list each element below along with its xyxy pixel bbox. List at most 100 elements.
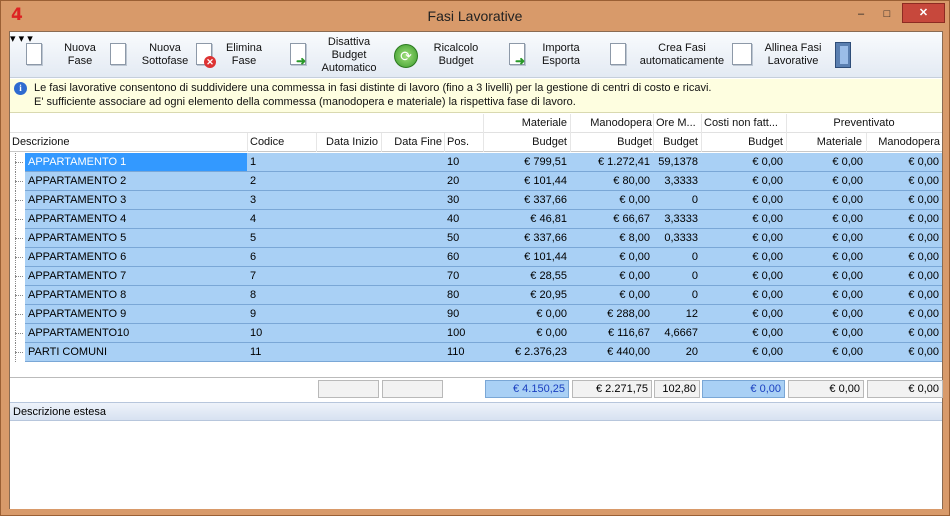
cell-pman[interactable]: € 0,00 bbox=[866, 248, 942, 267]
cell-ore[interactable]: 3,3333 bbox=[653, 172, 701, 191]
exit-button[interactable] bbox=[832, 32, 860, 78]
col-prev-materiale[interactable]: Materiale bbox=[786, 136, 862, 148]
cell-pos[interactable]: 40 bbox=[444, 210, 483, 229]
cell-mat[interactable]: € 799,51 bbox=[483, 153, 570, 172]
title-bar[interactable]: 4 Fasi Lavorative – □ ✕ bbox=[1, 1, 949, 31]
cell-code[interactable]: 11 bbox=[247, 343, 316, 362]
table-row[interactable]: APPARTAMENTO 7 7 70 € 28,55 € 0,00 0 € 0,00 € 0… bbox=[10, 267, 942, 286]
cell-desc[interactable]: APPARTAMENTO 5 bbox=[25, 229, 247, 248]
cell-costi[interactable]: € 0,00 bbox=[701, 248, 786, 267]
import-export-button[interactable]: ➜ Importa Esporta bbox=[507, 32, 589, 78]
cell-desc[interactable]: APPARTAMENTO 1 bbox=[25, 153, 247, 172]
cell-data-fine[interactable] bbox=[381, 267, 444, 286]
cell-data-fine[interactable] bbox=[381, 210, 444, 229]
cell-man[interactable]: € 0,00 bbox=[570, 191, 653, 210]
cell-costi[interactable]: € 0,00 bbox=[701, 286, 786, 305]
cell-man[interactable]: € 440,00 bbox=[570, 343, 653, 362]
cell-man[interactable]: € 116,67 bbox=[570, 324, 653, 343]
cell-data-fine[interactable] bbox=[381, 229, 444, 248]
cell-pmat[interactable]: € 0,00 bbox=[786, 153, 866, 172]
cell-pmat[interactable]: € 0,00 bbox=[786, 324, 866, 343]
description-textarea[interactable] bbox=[10, 421, 942, 509]
cell-data-inizio[interactable] bbox=[316, 305, 381, 324]
cell-mat[interactable]: € 337,66 bbox=[483, 191, 570, 210]
cell-costi[interactable]: € 0,00 bbox=[701, 153, 786, 172]
cell-pman[interactable]: € 0,00 bbox=[866, 153, 942, 172]
cell-pman[interactable]: € 0,00 bbox=[866, 267, 942, 286]
cell-data-fine[interactable] bbox=[381, 305, 444, 324]
cell-data-fine[interactable] bbox=[381, 343, 444, 362]
cell-pman[interactable]: € 0,00 bbox=[866, 229, 942, 248]
cell-desc[interactable]: APPARTAMENTO 7 bbox=[25, 267, 247, 286]
cell-mat[interactable]: € 46,81 bbox=[483, 210, 570, 229]
cell-costi[interactable]: € 0,00 bbox=[701, 324, 786, 343]
cell-mat[interactable]: € 28,55 bbox=[483, 267, 570, 286]
cell-pmat[interactable]: € 0,00 bbox=[786, 286, 866, 305]
cell-mat[interactable]: € 2.376,23 bbox=[483, 343, 570, 362]
cell-data-fine[interactable] bbox=[381, 153, 444, 172]
cell-pos[interactable]: 20 bbox=[444, 172, 483, 191]
cell-pos[interactable]: 80 bbox=[444, 286, 483, 305]
cell-ore[interactable]: 0 bbox=[653, 191, 701, 210]
cell-ore[interactable]: 0,3333 bbox=[653, 229, 701, 248]
cell-data-inizio[interactable] bbox=[316, 210, 381, 229]
cell-code[interactable]: 4 bbox=[247, 210, 316, 229]
cell-pos[interactable]: 10 bbox=[444, 153, 483, 172]
table-row[interactable]: PARTI COMUNI 11 110 € 2.376,23 € 440,00 20 € 0… bbox=[10, 343, 942, 362]
cell-man[interactable]: € 0,00 bbox=[570, 286, 653, 305]
cell-data-fine[interactable] bbox=[381, 324, 444, 343]
cell-pmat[interactable]: € 0,00 bbox=[786, 191, 866, 210]
cell-pmat[interactable]: € 0,00 bbox=[786, 343, 866, 362]
cell-pmat[interactable]: € 0,00 bbox=[786, 229, 866, 248]
cell-code[interactable]: 3 bbox=[247, 191, 316, 210]
cell-pmat[interactable]: € 0,00 bbox=[786, 267, 866, 286]
cell-man[interactable]: € 80,00 bbox=[570, 172, 653, 191]
cell-pman[interactable]: € 0,00 bbox=[866, 324, 942, 343]
cell-code[interactable]: 7 bbox=[247, 267, 316, 286]
cell-pman[interactable]: € 0,00 bbox=[866, 210, 942, 229]
cell-mat[interactable]: € 20,95 bbox=[483, 286, 570, 305]
cell-ore[interactable]: 4,6667 bbox=[653, 324, 701, 343]
close-button[interactable]: ✕ bbox=[902, 3, 945, 23]
delete-phase-button[interactable]: ✕ Elimina Fase bbox=[194, 32, 268, 78]
cell-data-inizio[interactable] bbox=[316, 343, 381, 362]
cell-data-fine[interactable] bbox=[381, 286, 444, 305]
col-codice[interactable]: Codice bbox=[250, 136, 316, 148]
cell-costi[interactable]: € 0,00 bbox=[701, 229, 786, 248]
cell-man[interactable]: € 66,67 bbox=[570, 210, 653, 229]
cell-man[interactable]: € 1.272,41 bbox=[570, 153, 653, 172]
cell-costi[interactable]: € 0,00 bbox=[701, 172, 786, 191]
table-row[interactable]: APPARTAMENTO 5 5 50 € 337,66 € 8,00 0,3333 € 0… bbox=[10, 229, 942, 248]
cell-mat[interactable]: € 101,44 bbox=[483, 172, 570, 191]
cell-desc[interactable]: APPARTAMENTO 3 bbox=[25, 191, 247, 210]
table-row[interactable]: APPARTAMENTO10 10 100 € 0,00 € 116,67 4,6667 €… bbox=[10, 324, 942, 343]
align-phases-button[interactable]: Allinea Fasi Lavorative bbox=[730, 32, 826, 78]
col-budget-ore[interactable]: Budget bbox=[653, 136, 698, 148]
cell-desc[interactable]: PARTI COMUNI bbox=[25, 343, 247, 362]
cell-pos[interactable]: 100 bbox=[444, 324, 483, 343]
cell-data-inizio[interactable] bbox=[316, 267, 381, 286]
cell-data-fine[interactable] bbox=[381, 248, 444, 267]
cell-pos[interactable]: 90 bbox=[444, 305, 483, 324]
cell-desc[interactable]: APPARTAMENTO 6 bbox=[25, 248, 247, 267]
col-budget-materiale[interactable]: Budget bbox=[483, 136, 567, 148]
create-phases-button[interactable]: Crea Fasi automaticamente bbox=[608, 32, 730, 78]
cell-man[interactable]: € 8,00 bbox=[570, 229, 653, 248]
maximize-button[interactable]: □ bbox=[877, 5, 897, 23]
cell-data-inizio[interactable] bbox=[316, 286, 381, 305]
cell-mat[interactable]: € 0,00 bbox=[483, 305, 570, 324]
cell-costi[interactable]: € 0,00 bbox=[701, 210, 786, 229]
cell-man[interactable]: € 0,00 bbox=[570, 248, 653, 267]
cell-desc[interactable]: APPARTAMENTO 8 bbox=[25, 286, 247, 305]
cell-desc[interactable]: APPARTAMENTO 4 bbox=[25, 210, 247, 229]
cell-pos[interactable]: 70 bbox=[444, 267, 483, 286]
recalc-budget-button[interactable]: ⟳ Ricalcolo Budget bbox=[394, 32, 486, 78]
cell-ore[interactable]: 20 bbox=[653, 343, 701, 362]
col-descrizione[interactable]: Descrizione bbox=[12, 136, 242, 148]
phases-grid[interactable]: Materiale Manodopera Ore M... Costi non … bbox=[10, 114, 942, 376]
cell-man[interactable]: € 288,00 bbox=[570, 305, 653, 324]
cell-data-inizio[interactable] bbox=[316, 229, 381, 248]
cell-pman[interactable]: € 0,00 bbox=[866, 172, 942, 191]
cell-mat[interactable]: € 101,44 bbox=[483, 248, 570, 267]
col-prev-manodopera[interactable]: Manodopera bbox=[866, 136, 940, 148]
